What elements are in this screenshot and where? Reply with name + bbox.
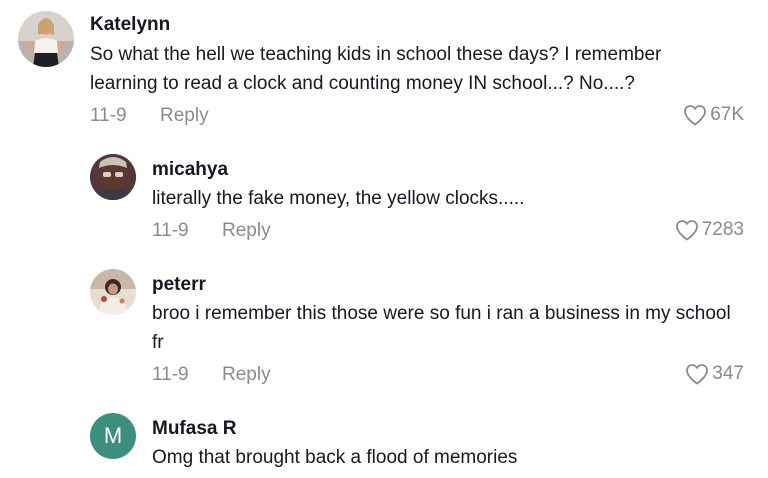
photo-avatar-icon: [90, 269, 136, 315]
comment-date: 11-9: [152, 364, 189, 385]
reply-item: peterr broo i remember this those were s…: [0, 260, 768, 400]
comment-text: broo i remember this those were so fun i…: [152, 303, 731, 353]
comment-text: Omg that brought back a flood of memorie…: [152, 447, 518, 468]
like-count: 7283: [701, 219, 744, 240]
heart-outline-icon: [675, 220, 698, 241]
avatar[interactable]: [90, 154, 136, 200]
comment-date: 11-9: [90, 105, 127, 126]
like-button[interactable]: 7283: [675, 219, 744, 241]
avatar[interactable]: [18, 11, 74, 67]
reply-button[interactable]: Reply: [222, 220, 271, 242]
comment-item: Katelynn So what the hell we teaching ki…: [0, 0, 768, 140]
comment-username[interactable]: Mufasa R: [152, 418, 236, 440]
like-count: 67K: [710, 104, 744, 125]
comment-text: So what the hell we teaching kids in sch…: [90, 44, 662, 94]
heart-outline-icon: [684, 105, 707, 126]
reply-item: M Mufasa R Omg that brought back a flood…: [0, 400, 768, 478]
like-button[interactable]: 347: [685, 363, 744, 385]
reply-button[interactable]: Reply: [222, 364, 271, 386]
comment-username[interactable]: Katelynn: [90, 14, 170, 36]
comment-username[interactable]: micahya: [152, 159, 228, 181]
comment-username[interactable]: peterr: [152, 274, 206, 296]
like-button[interactable]: 67K: [683, 104, 744, 126]
photo-avatar-icon: [90, 154, 136, 200]
reply-item: micahya literally the fake money, the ye…: [0, 140, 768, 260]
comment-text: literally the fake money, the yellow clo…: [152, 188, 525, 209]
reply-button[interactable]: Reply: [160, 105, 209, 127]
avatar[interactable]: [90, 269, 136, 315]
avatar[interactable]: M: [90, 413, 136, 459]
avatar-initial: M: [103, 423, 123, 448]
heart-outline-icon: [686, 364, 709, 385]
like-count: 347: [712, 363, 744, 384]
photo-avatar-icon: [18, 11, 74, 67]
comment-date: 11-9: [152, 220, 189, 241]
